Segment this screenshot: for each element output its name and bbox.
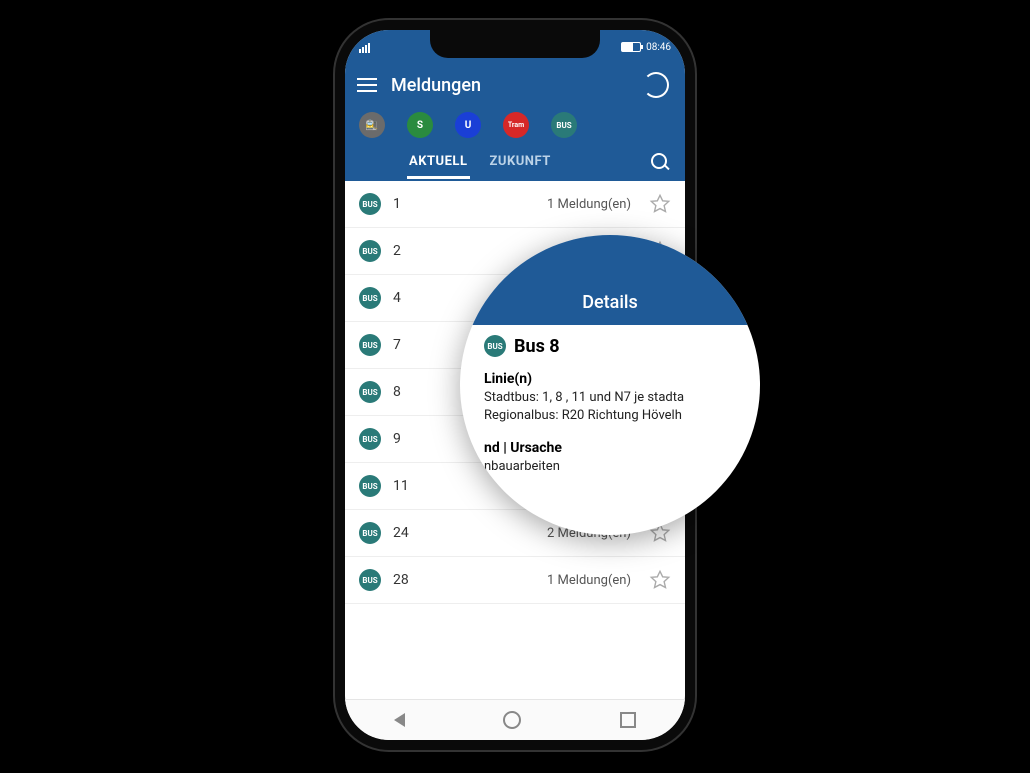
bus-icon: BUS — [484, 335, 506, 357]
phone-notch — [430, 30, 600, 58]
detail-lines-heading: Linie(n) — [484, 371, 736, 387]
line-number: 24 — [393, 525, 419, 541]
signal-icon — [359, 42, 371, 53]
detail-magnifier: Details BUS Bus 8 Linie(n) Stadtbus: 1, … — [460, 235, 760, 535]
line-number: 4 — [393, 290, 419, 306]
nav-home[interactable] — [503, 711, 521, 729]
bus-icon: BUS — [359, 428, 381, 450]
bus-icon: BUS — [359, 240, 381, 262]
detail-lines-text-1: Stadtbus: 1, 8 , 11 und N7 je stadta — [484, 389, 736, 407]
transport-filters: 🚉 S U Tram BUS — [345, 108, 685, 148]
line-number: 11 — [393, 478, 419, 494]
filter-sbahn[interactable]: S — [407, 112, 433, 138]
message-count: 1 Meldung(en) — [431, 197, 637, 212]
line-number: 2 — [393, 243, 419, 259]
favorite-star-icon[interactable] — [649, 569, 671, 591]
nav-back[interactable] — [394, 713, 405, 727]
line-number: 9 — [393, 431, 419, 447]
message-count: 1 Meldung(en) — [431, 573, 637, 588]
bus-icon: BUS — [359, 334, 381, 356]
detail-title-row: BUS Bus 8 — [484, 335, 736, 357]
list-item[interactable]: BUS 28 1 Meldung(en) — [345, 557, 685, 604]
bus-icon: BUS — [359, 569, 381, 591]
android-navbar — [345, 699, 685, 740]
detail-title: Bus 8 — [514, 336, 560, 357]
app-header: Meldungen 🚉 S U Tram BUS AKTUELL ZUKUNFT — [345, 64, 685, 181]
battery-icon — [621, 42, 641, 52]
filter-bus[interactable]: BUS — [551, 112, 577, 138]
filter-train[interactable]: 🚉 — [359, 112, 385, 138]
search-icon[interactable] — [651, 153, 669, 171]
detail-cause-heading: nd | Ursache — [484, 440, 736, 456]
filter-tram[interactable]: Tram — [503, 112, 529, 138]
bus-icon: BUS — [359, 193, 381, 215]
menu-icon[interactable] — [357, 78, 377, 92]
line-number: 8 — [393, 384, 419, 400]
detail-lines-text-2: Regionalbus: R20 Richtung Hövelh — [484, 407, 736, 425]
nav-recent[interactable] — [620, 712, 636, 728]
bus-icon: BUS — [359, 475, 381, 497]
filter-ubahn[interactable]: U — [455, 112, 481, 138]
favorite-star-icon[interactable] — [649, 193, 671, 215]
page-title: Meldungen — [391, 75, 629, 96]
bus-icon: BUS — [359, 381, 381, 403]
status-time: 08:46 — [646, 42, 671, 53]
line-number: 28 — [393, 572, 419, 588]
line-number: 7 — [393, 337, 419, 353]
tab-bar: AKTUELL ZUKUNFT — [345, 148, 685, 181]
list-item[interactable]: BUS 1 1 Meldung(en) — [345, 181, 685, 228]
tab-future[interactable]: ZUKUNFT — [488, 148, 553, 175]
detail-cause-text: nbauarbeiten — [484, 458, 736, 476]
refresh-icon[interactable] — [643, 72, 669, 98]
line-number: 1 — [393, 196, 419, 212]
tab-current[interactable]: AKTUELL — [407, 148, 470, 175]
bus-icon: BUS — [359, 287, 381, 309]
bus-icon: BUS — [359, 522, 381, 544]
